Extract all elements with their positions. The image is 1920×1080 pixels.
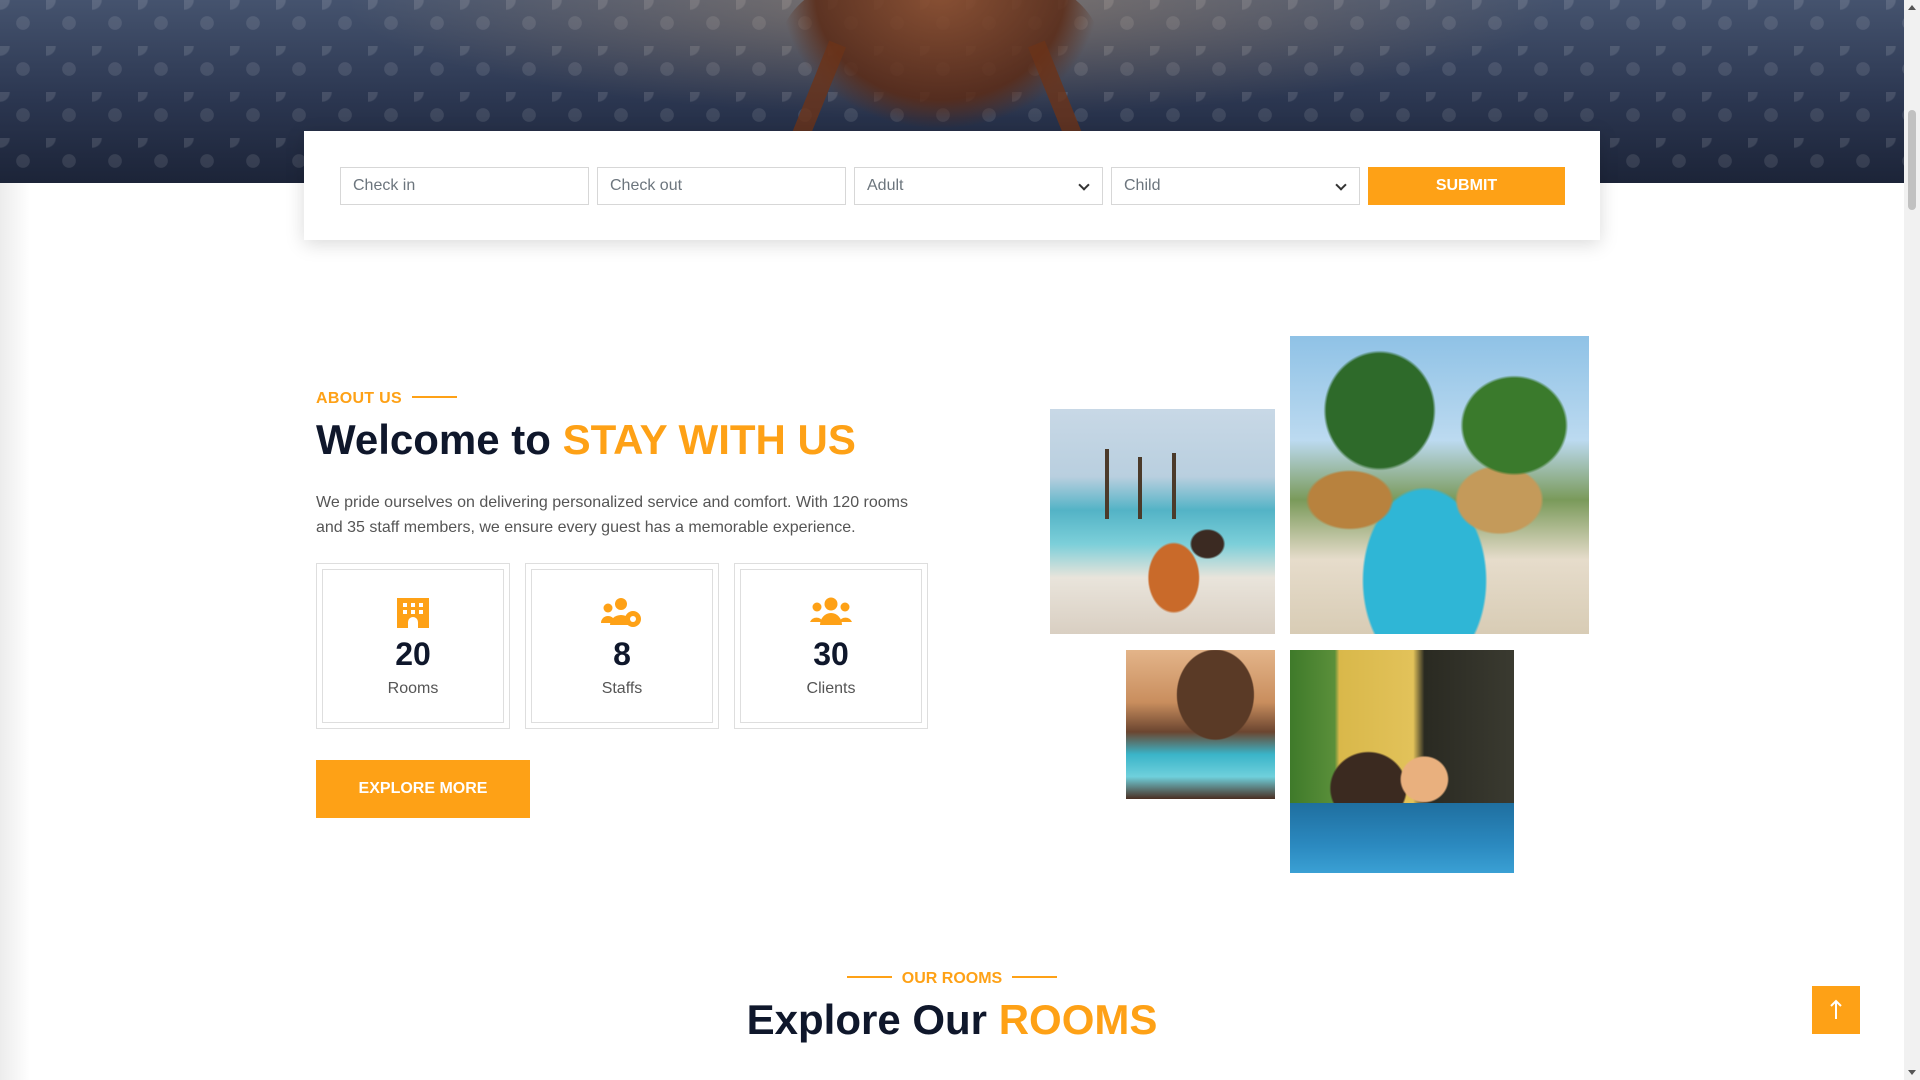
about-description: We pride ourselves on delivering persona… [316,494,908,536]
rooms-title: Explore Our ROOMS [0,996,1904,1044]
stat-number: 8 [613,636,631,672]
label-divider [1012,976,1058,979]
palm-trunk [1105,449,1109,519]
about-label-text: ABOUT US [316,390,402,407]
submit-button[interactable]: SUBMIT [1368,167,1565,205]
scroll-down-arrow-icon[interactable] [1908,1070,1916,1075]
stat-number: 20 [395,636,431,672]
about-title-accent: STAY WITH US [562,416,856,463]
label-divider [846,976,892,979]
child-select-value: Child [1124,177,1161,194]
label-divider [411,396,457,399]
about-section-label: ABOUT US [316,390,457,408]
arrow-up-icon [1812,986,1860,1039]
stat-card-rooms: 20 Rooms [316,563,510,729]
hotel-icon [395,597,431,634]
page-scrollbar[interactable] [1904,0,1920,1080]
check-out-input[interactable]: Check out [597,167,846,205]
scroll-up-arrow-icon[interactable] [1908,5,1916,10]
back-to-top-button[interactable] [1812,986,1860,1034]
beach-pool-photo [1050,409,1275,634]
check-in-input[interactable]: Check in [340,167,589,205]
explore-more-button[interactable]: EXPLORE MORE [316,760,530,818]
resort-pool-photo [1290,336,1589,634]
stat-label: Staffs [601,680,643,697]
stat-number: 30 [813,636,849,672]
sunset-villa-photo [1126,650,1275,799]
pool-water [1290,803,1514,873]
rooms-label-text: OUR ROOMS [901,970,1003,987]
rooms-section-label: OUR ROOMS [0,970,1904,988]
about-title: Welcome to STAY WITH US [316,416,856,464]
stat-card-clients: 30 Clients [734,563,928,729]
rooms-title-prefix: Explore Our [746,996,988,1043]
chevron-down-icon [1078,179,1090,191]
users-cog-icon [601,597,643,634]
palm-trunk [1172,453,1176,519]
stat-card-staffs: 8 Staffs [525,563,719,729]
booking-form: Check in Check out Adult Child SUBMIT [304,131,1600,240]
rooms-title-accent: ROOMS [998,996,1158,1043]
palm-trunk [1138,457,1142,519]
about-title-prefix: Welcome to [316,416,551,463]
poolside-lounge-photo [1290,650,1514,873]
scrollbar-thumb[interactable] [1908,110,1916,210]
adult-select-value: Adult [867,177,904,194]
chevron-down-icon [1335,179,1347,191]
stat-label: Clients [806,680,856,697]
adult-select[interactable]: Adult [854,167,1103,205]
stat-label: Rooms [387,680,439,697]
users-icon [810,597,852,632]
child-select[interactable]: Child [1111,167,1360,205]
page-edge-shade [0,183,30,1080]
